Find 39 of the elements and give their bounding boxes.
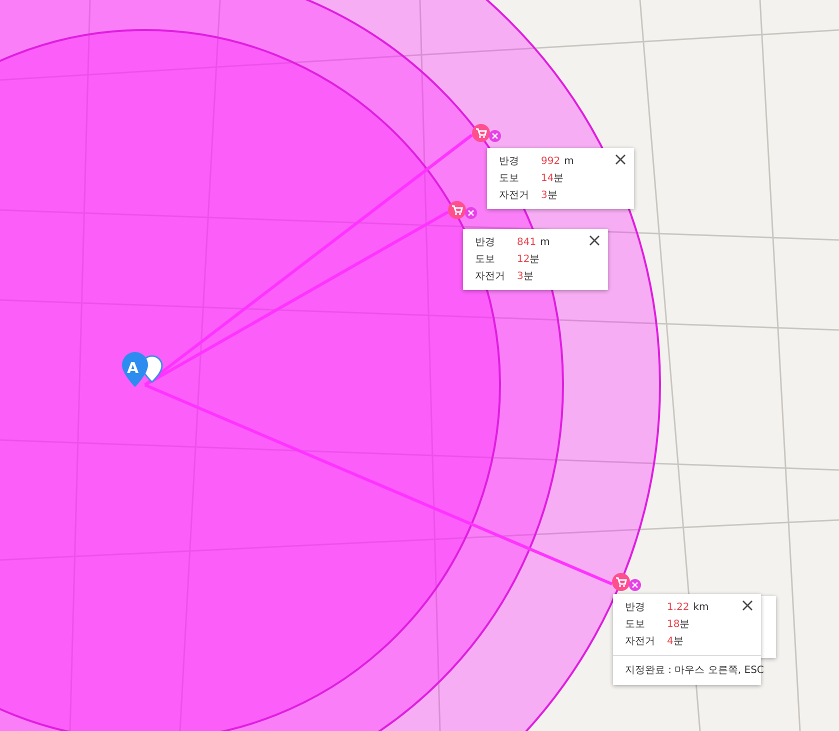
hint-text: 지정완료 : 마우스 오른쪽, ESC: [613, 655, 761, 685]
close-icon[interactable]: [589, 235, 600, 246]
info-unit: 분: [673, 635, 684, 649]
info-value: 18: [667, 618, 680, 632]
remove-icon[interactable]: [489, 130, 501, 142]
info-unit: 분: [523, 270, 534, 284]
remove-icon[interactable]: [465, 207, 477, 219]
info-label: 자전거: [475, 270, 506, 284]
cart-marker-icon[interactable]: [472, 124, 490, 142]
info-label: 반경: [499, 155, 520, 169]
info-unit: 분: [554, 172, 564, 186]
info-label: 도보: [475, 253, 496, 267]
info-value: 3: [541, 189, 548, 203]
info-value: 1.22: [667, 601, 690, 615]
info-unit: 분: [530, 253, 540, 267]
close-icon[interactable]: [742, 600, 753, 611]
info-label: 자전거: [625, 635, 656, 649]
info-label: 반경: [625, 601, 646, 615]
info-label: 도보: [625, 618, 646, 632]
remove-icon[interactable]: [629, 579, 641, 591]
info-unit: km: [693, 601, 709, 615]
info-value: 12: [517, 253, 530, 267]
location-pin-icon[interactable]: [122, 352, 148, 387]
info-unit: 분: [680, 618, 690, 632]
info-unit: 분: [547, 189, 558, 203]
info-value: 4: [667, 635, 674, 649]
info-unit: m: [540, 236, 550, 250]
cart-marker-icon[interactable]: [612, 573, 630, 591]
cart-marker-icon[interactable]: [448, 201, 466, 219]
info-value: 3: [517, 270, 524, 284]
info-value: 841: [517, 236, 536, 250]
info-label: 도보: [499, 172, 520, 186]
info-unit: m: [564, 155, 574, 169]
info-value: 14: [541, 172, 554, 186]
marker-label: A: [127, 360, 139, 376]
info-label: 자전거: [499, 189, 530, 203]
close-icon[interactable]: [615, 154, 626, 165]
info-value: 992: [541, 155, 560, 169]
info-label: 반경: [475, 236, 496, 250]
